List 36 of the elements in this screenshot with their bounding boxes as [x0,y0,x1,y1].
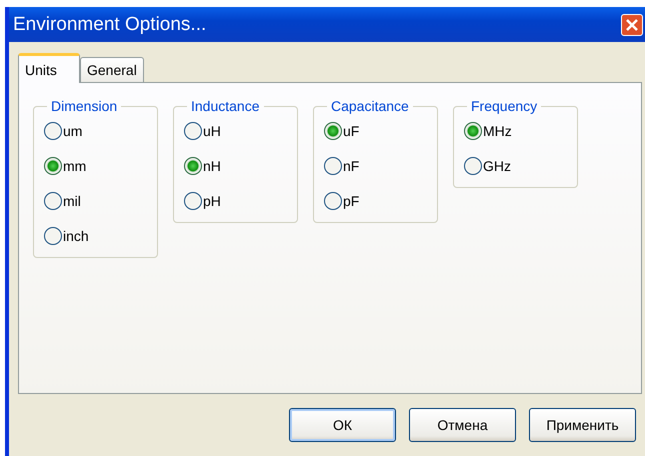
radio-option[interactable]: inch [44,227,147,245]
radio-button[interactable] [184,122,202,140]
group-title: Dimension [50,98,118,114]
radio-button[interactable] [44,157,62,175]
radio-button[interactable] [324,157,342,175]
tab[interactable]: General [80,57,144,82]
radio-button[interactable] [324,122,342,140]
radio-option[interactable]: pF [324,192,427,210]
group-title: Inductance [190,98,260,114]
group-title: Capacitance [330,98,410,114]
dialog-button[interactable]: ОК [289,408,396,442]
radio-button[interactable] [44,122,62,140]
radio-option[interactable]: uF [324,122,427,140]
close-icon [625,18,639,32]
radio-option[interactable]: nH [184,157,287,175]
window-title: Environment Options... [13,14,206,36]
radio-button[interactable] [44,227,62,245]
radio-button[interactable] [184,157,202,175]
radio-option[interactable]: mm [44,157,147,175]
radio-option[interactable]: mil [44,192,147,210]
radio-option[interactable]: uH [184,122,287,140]
close-button[interactable] [621,14,643,36]
radio-option[interactable]: MHz [464,122,567,140]
dialog-button[interactable]: Применить [529,408,636,442]
radio-button[interactable] [464,122,482,140]
radio-option[interactable]: GHz [464,157,567,175]
tab[interactable]: Units [18,53,80,83]
dialog-button[interactable]: Отмена [409,408,516,442]
radio-option[interactable]: um [44,122,147,140]
radio-option[interactable]: pH [184,192,287,210]
radio-button[interactable] [44,192,62,210]
radio-button[interactable] [464,157,482,175]
group-title: Frequency [470,98,538,114]
radio-button[interactable] [324,192,342,210]
radio-button[interactable] [184,192,202,210]
radio-option[interactable]: nF [324,157,427,175]
